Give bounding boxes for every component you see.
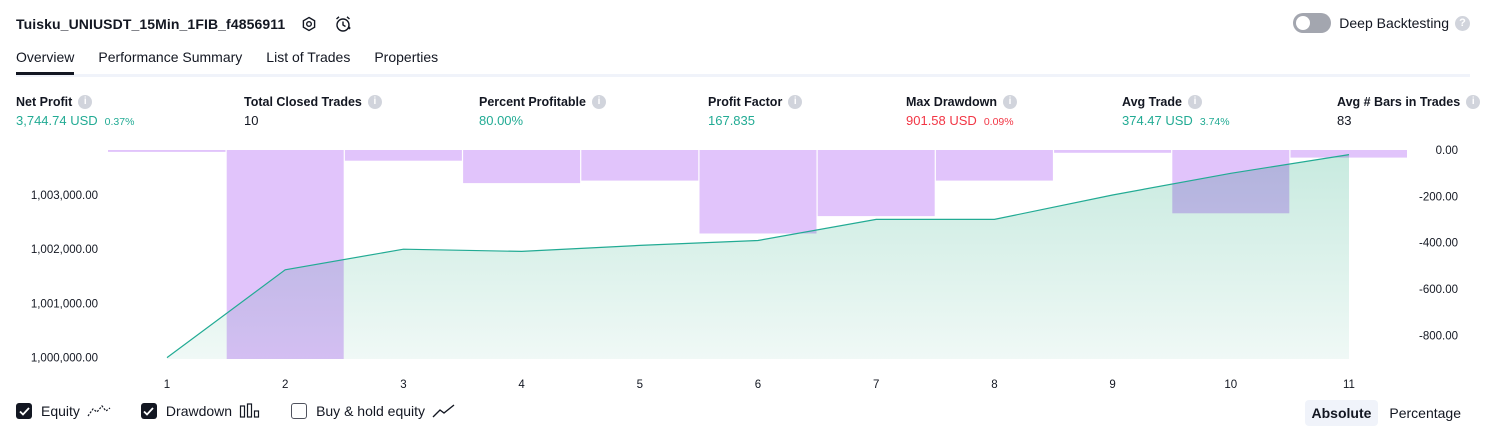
drawdown-bar (344, 150, 462, 161)
drawdown-bar (108, 150, 226, 152)
value-mode-switch: Absolute Percentage (1301, 400, 1469, 426)
metric-label: Total Closed Trades (244, 94, 362, 109)
metric-value: 901.58 USD (906, 113, 977, 128)
legend-label: Equity (41, 403, 80, 419)
legend-drawdown[interactable]: Drawdown (140, 403, 261, 419)
toggle-knob (1296, 16, 1311, 30)
metric-label: Net Profit (16, 94, 73, 109)
x-axis-tick: 7 (873, 379, 879, 391)
right-axis-tick: -400.00 (1419, 238, 1458, 250)
metric-max-drawdown: Max Drawdown i 901.58 USD 0.09% (906, 93, 1017, 128)
metric-value: 167.835 (708, 113, 755, 128)
metric-value: 3,744.74 USD (16, 113, 98, 128)
equity-checkbox[interactable] (16, 403, 32, 419)
equity-drawdown-chart[interactable]: 1,003,000.00 1,002,000.00 1,001,000.00 1,00… (0, 140, 1486, 398)
x-axis-tick: 4 (518, 379, 525, 391)
x-axis-tick: 5 (637, 379, 643, 391)
right-axis-tick: 0.00 (1436, 145, 1458, 157)
info-icon[interactable]: i (78, 94, 93, 109)
deep-backtesting-label: Deep Backtesting (1339, 15, 1449, 31)
right-axis: 0.00 -200.00 -400.00 -600.00 -800.00 (1419, 145, 1458, 343)
left-axis-tick: 1,000,000.00 (31, 353, 98, 365)
info-icon[interactable]: i (591, 94, 606, 109)
info-icon[interactable]: i (1466, 94, 1481, 109)
tab-list-of-trades[interactable]: List of Trades (266, 44, 350, 72)
tab-performance-summary[interactable]: Performance Summary (98, 44, 242, 72)
metric-label: Avg Trade (1122, 94, 1182, 109)
x-axis-tick: 10 (1224, 379, 1237, 391)
settings-icon[interactable] (299, 14, 319, 34)
strategy-title: Tuisku_UNIUSDT_15Min_1FIB_f4856911 (16, 16, 286, 32)
metric-total-closed-trades: Total Closed Trades i 10 (244, 93, 382, 128)
left-axis-tick: 1,001,000.00 (31, 298, 98, 310)
buy-hold-line-icon (432, 403, 456, 419)
metric-value: 80.00% (479, 113, 524, 128)
strategy-header: Tuisku_UNIUSDT_15Min_1FIB_f4856911 (16, 12, 353, 36)
drawdown-bar (1054, 150, 1172, 153)
right-axis-tick: -800.00 (1419, 331, 1458, 343)
legend-label: Drawdown (165, 403, 233, 419)
right-axis-tick: -200.00 (1419, 191, 1458, 203)
legend-label: Buy & hold equity (316, 403, 426, 419)
metric-label: Profit Factor (708, 94, 783, 109)
metric-avg-bars: Avg # Bars in Trades i 83 (1337, 93, 1481, 128)
metric-percent: 3.74% (1199, 116, 1230, 128)
drawdown-bar (699, 150, 817, 234)
drawdown-bar (581, 150, 699, 181)
metric-label: Avg # Bars in Trades (1337, 94, 1461, 109)
info-icon[interactable]: i (367, 94, 382, 109)
x-axis-tick: 11 (1343, 379, 1355, 391)
left-axis-tick: 1,003,000.00 (31, 190, 98, 202)
metric-percent: 0.37% (104, 116, 135, 128)
buy-hold-checkbox[interactable] (291, 403, 308, 419)
tab-properties[interactable]: Properties (374, 44, 438, 72)
info-icon[interactable]: i (788, 94, 803, 109)
drawdown-checkbox[interactable] (140, 403, 157, 419)
left-axis: 1,003,000.00 1,002,000.00 1,001,000.00 1,00… (31, 190, 98, 365)
percentage-button[interactable]: Percentage (1382, 400, 1468, 426)
left-axis-tick: 1,002,000.00 (31, 244, 98, 256)
metric-net-profit: Net Profit i 3,744.74 USD 0.37% (16, 93, 134, 128)
absolute-button[interactable]: Absolute (1304, 400, 1379, 426)
x-axis-tick: 1 (164, 379, 170, 391)
drawdown-bar (817, 150, 935, 217)
alarm-clock-icon[interactable] (333, 14, 353, 34)
deep-backtesting-toggle[interactable] (1293, 13, 1332, 33)
tab-overview[interactable]: Overview (16, 44, 75, 75)
metric-value: 374.47 USD (1122, 113, 1193, 128)
chart-legend: Equity Drawdown Buy & hold equity (16, 403, 486, 419)
x-axis-tick: 3 (400, 379, 406, 391)
metric-percent-profitable: Percent Profitable i 80.00% (479, 93, 606, 128)
legend-buy-hold[interactable]: Buy & hold equity (291, 403, 456, 419)
x-axis-tick: 8 (991, 379, 997, 391)
help-icon[interactable]: ? (1455, 15, 1470, 31)
metric-profit-factor: Profit Factor i 167.835 (708, 93, 803, 128)
x-axis-tick: 6 (755, 379, 761, 391)
metric-value: 10 (244, 113, 259, 128)
equity-line-icon (87, 403, 111, 419)
right-axis-tick: -600.00 (1419, 284, 1458, 296)
x-axis: 1 2 3 4 5 6 7 8 9 10 11 (164, 379, 1355, 391)
drawdown-bar (935, 150, 1053, 181)
drawdown-bars-icon (239, 403, 261, 419)
metric-value: 83 (1337, 113, 1352, 128)
legend-equity[interactable]: Equity (16, 403, 111, 419)
x-axis-tick: 9 (1109, 379, 1115, 391)
metric-label: Percent Profitable (479, 94, 586, 109)
drawdown-bar (463, 150, 581, 184)
metric-avg-trade: Avg Trade i 374.47 USD 3.74% (1122, 93, 1230, 128)
info-icon[interactable]: i (1003, 94, 1017, 109)
metric-percent: 0.09% (983, 116, 1014, 128)
metric-label: Max Drawdown (906, 94, 997, 109)
deep-backtesting: Deep Backtesting ? (1293, 13, 1470, 33)
tab-bar: Overview Performance Summary List of Tra… (16, 44, 1470, 77)
info-icon[interactable]: i (1187, 94, 1202, 109)
x-axis-tick: 2 (282, 379, 288, 391)
